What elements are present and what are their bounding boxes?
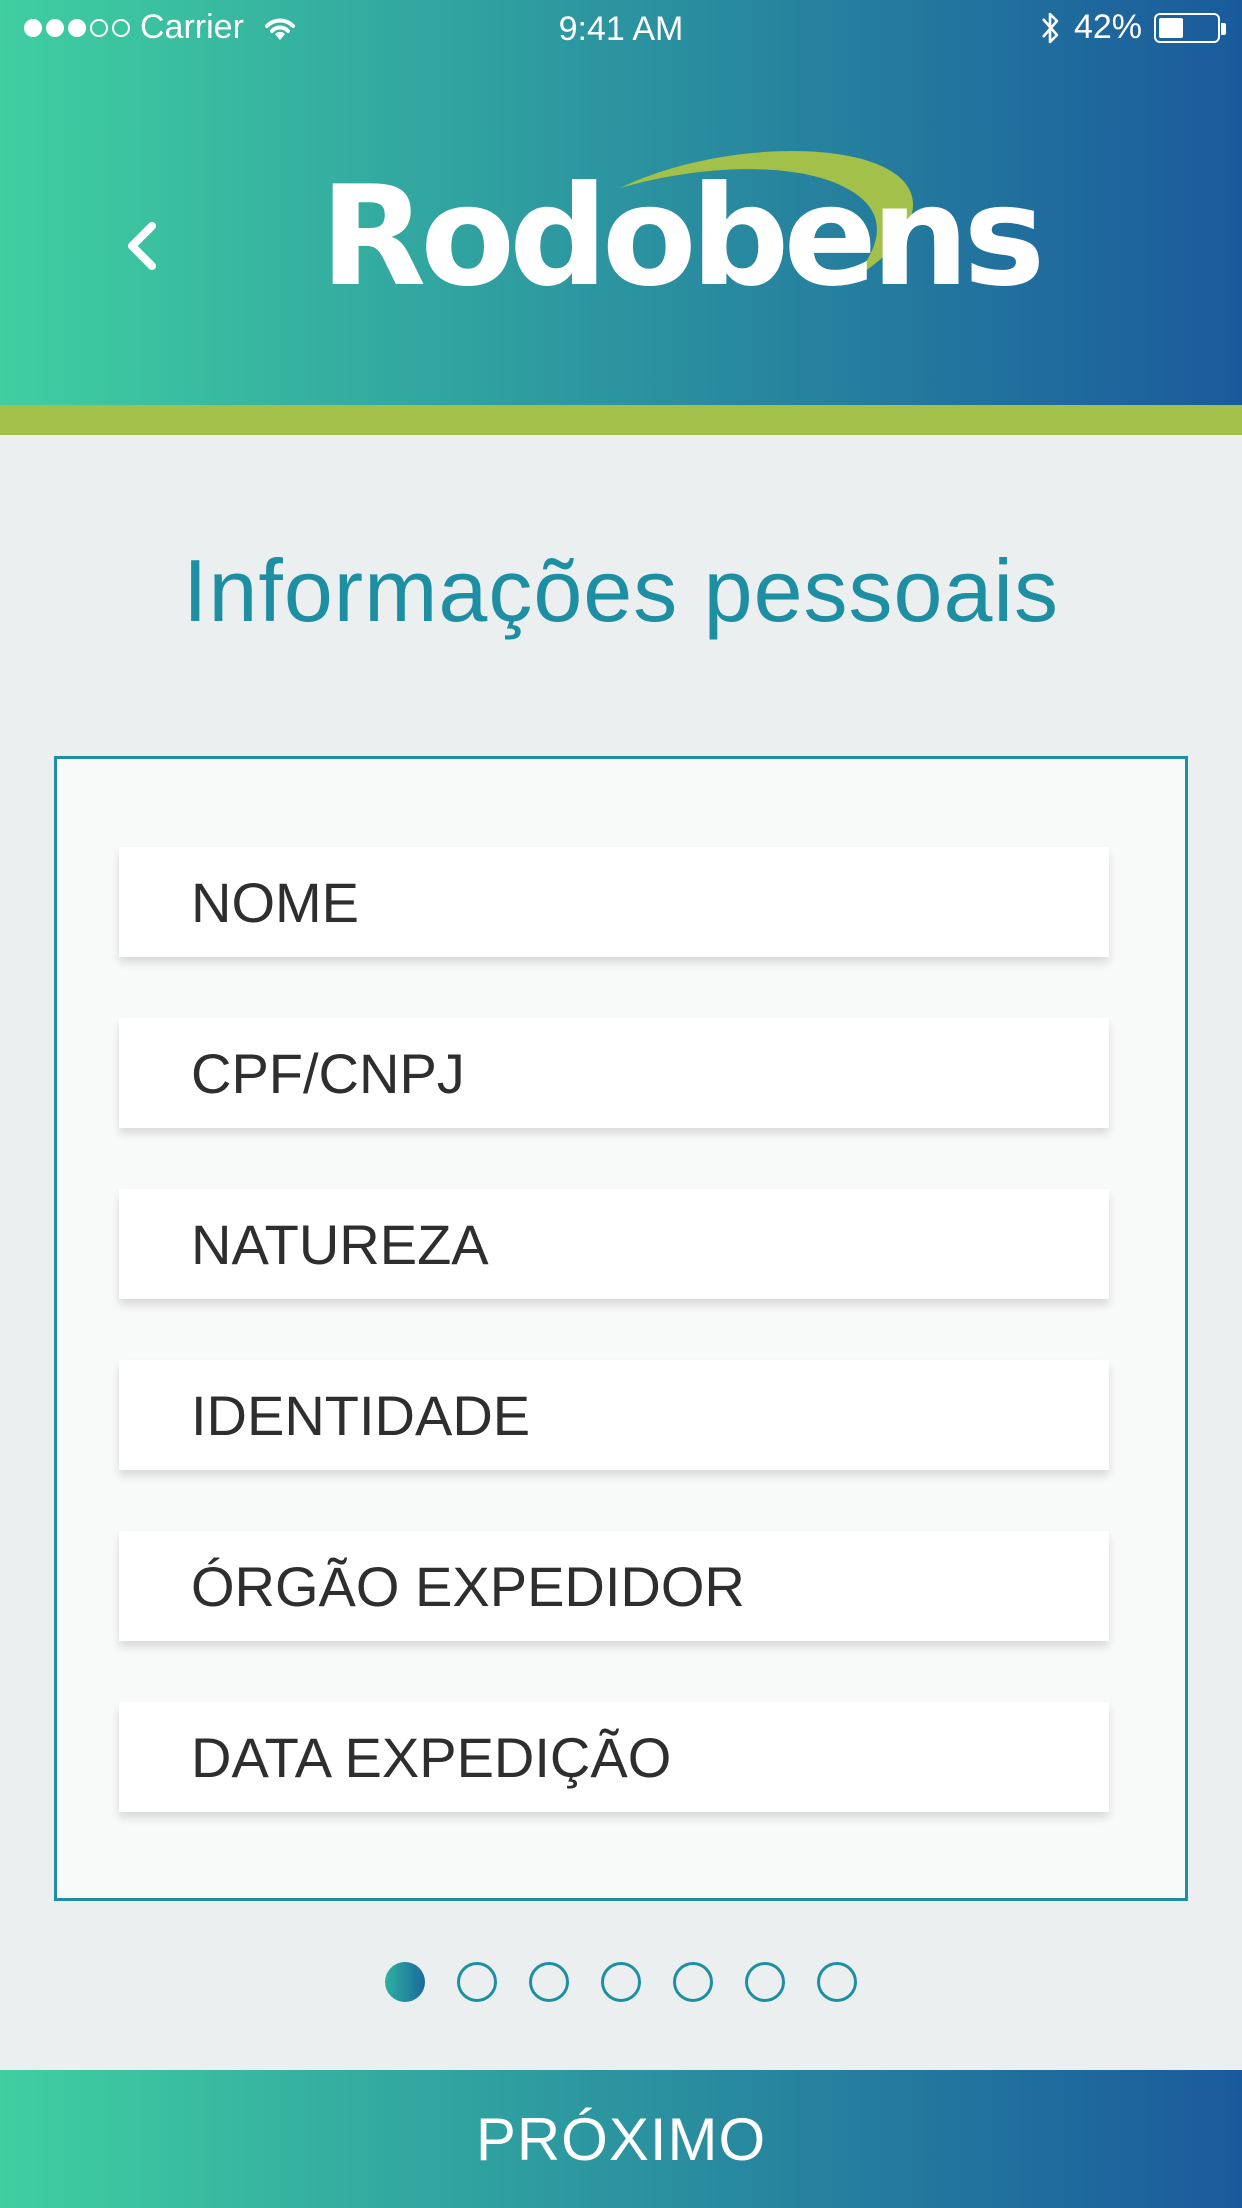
next-button[interactable]: PRÓXIMO: [0, 2070, 1242, 2208]
header: Carrier 9:41 AM 42% Rodobens: [0, 0, 1242, 405]
page-dot[interactable]: [601, 1962, 641, 2002]
identidade-field[interactable]: IDENTIDADE: [119, 1360, 1109, 1470]
accent-band: [0, 405, 1242, 435]
name-field[interactable]: NOME: [119, 847, 1109, 957]
battery-cap: [1221, 22, 1226, 35]
field-placeholder: IDENTIDADE: [191, 1383, 531, 1447]
bluetooth-icon: [1041, 12, 1059, 43]
field-placeholder: DATA EXPEDIÇÃO: [191, 1725, 672, 1789]
brand-logo: Rodobens: [320, 140, 1045, 306]
page-dot[interactable]: [457, 1962, 497, 2002]
battery-icon: [1154, 12, 1226, 43]
orgao-expedidor-field[interactable]: ÓRGÃO EXPEDIDOR: [119, 1531, 1109, 1641]
battery-fill: [1159, 17, 1183, 38]
page-dot-active[interactable]: [385, 1962, 425, 2002]
data-expedicao-field[interactable]: DATA EXPEDIÇÃO: [119, 1702, 1109, 1812]
page-title: Informações pessoais: [183, 541, 1059, 640]
next-button-label: PRÓXIMO: [475, 2105, 767, 2173]
field-placeholder: CPF/CNPJ: [191, 1041, 465, 1105]
page-dot[interactable]: [745, 1962, 785, 2002]
brand-name: Rodobens: [320, 156, 1045, 317]
personal-info-form: NOME CPF/CNPJ NATUREZA IDENTIDADE ÓRGÃO …: [54, 756, 1188, 1901]
field-placeholder: NOME: [191, 870, 359, 934]
natureza-field[interactable]: NATUREZA: [119, 1189, 1109, 1299]
status-right: 42%: [1038, 8, 1226, 47]
chevron-left-icon[interactable]: [118, 216, 168, 276]
field-placeholder: NATUREZA: [191, 1212, 489, 1276]
page-dot[interactable]: [529, 1962, 569, 2002]
battery-percent: 42%: [1073, 8, 1142, 46]
status-bar: Carrier 9:41 AM 42%: [0, 0, 1242, 56]
field-placeholder: ÓRGÃO EXPEDIDOR: [191, 1554, 745, 1618]
page-dot[interactable]: [673, 1962, 713, 2002]
page-dot[interactable]: [817, 1962, 857, 2002]
cpf-cnpj-field[interactable]: CPF/CNPJ: [119, 1018, 1109, 1128]
step-pagination: [0, 1962, 1242, 2002]
